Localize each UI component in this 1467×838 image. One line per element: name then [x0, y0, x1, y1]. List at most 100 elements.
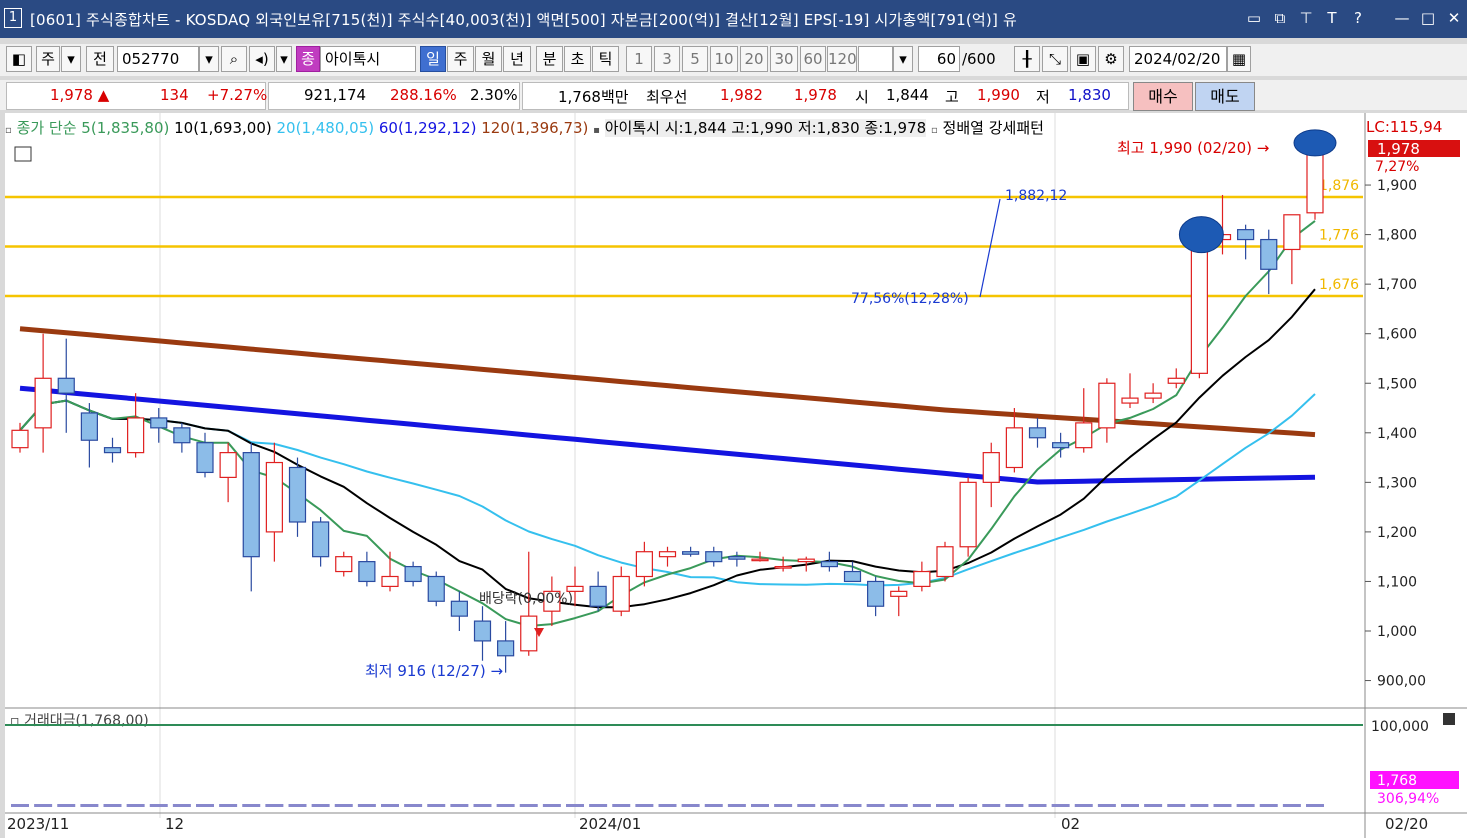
stock-name[interactable]: 아이톡시 [320, 46, 416, 72]
buy-button[interactable]: 매수 [1133, 82, 1193, 111]
interval-30[interactable]: 30 [770, 46, 798, 72]
fib-level-label: 1,876 [1319, 178, 1359, 194]
view-count-input[interactable]: 60 [918, 46, 960, 72]
prefix-button[interactable]: 전 [86, 46, 114, 72]
interval-1[interactable]: 1 [626, 46, 652, 72]
pin-icon[interactable]: ⊤ [1296, 8, 1316, 28]
volume-bar [1167, 804, 1186, 807]
legend-ma5: 종가 단순 5(1,835,80) [16, 119, 170, 137]
gear-icon[interactable]: ⚙ [1098, 46, 1124, 72]
search-icon[interactable]: ⌕ [221, 46, 247, 72]
current-price: 1,978 ▲ [50, 86, 110, 104]
candle-body [913, 570, 931, 588]
compare-icon[interactable]: ⤡ [1042, 46, 1068, 72]
custom-interval-input[interactable] [858, 46, 893, 72]
date-input[interactable]: 2024/02/20 [1129, 46, 1227, 72]
interval-dropdown-icon[interactable]: ▾ [893, 46, 913, 72]
close-icon[interactable]: ✕ [1444, 8, 1464, 28]
candle-body [705, 551, 723, 563]
text-icon[interactable]: T [1322, 8, 1342, 28]
candle-body [1028, 427, 1047, 439]
open-price: 1,844 [886, 86, 929, 104]
volume-bar [1144, 804, 1163, 807]
code-dropdown-icon[interactable]: ▾ [199, 46, 219, 72]
calendar-icon[interactable]: ▦ [1227, 46, 1251, 72]
close-panel-icon [1443, 713, 1455, 725]
dividend-label: 배당락(0,00%) [479, 591, 573, 607]
code-input[interactable]: 052770 [117, 46, 199, 72]
fib-value-label: 1,882,12 [1005, 188, 1067, 204]
volume-bar [334, 804, 353, 807]
tile-icon[interactable]: ⧉ [1270, 8, 1290, 28]
chart-area[interactable]: 1,876 1,776 1,676 최고 1,990 (02/20) → 최저 916 … [5, 113, 1467, 838]
tab-month[interactable]: 월 [475, 46, 502, 72]
candle-body [1005, 427, 1023, 469]
sell-button[interactable]: 매도 [1195, 82, 1255, 111]
tab-second[interactable]: 초 [564, 46, 591, 72]
price-chart[interactable]: 1,876 1,776 1,676 최고 1,990 (02/20) → 최저 916 … [5, 113, 1467, 838]
restore-icon[interactable]: ▭ [1244, 8, 1264, 28]
fib-level-label: 1,776 [1319, 227, 1359, 243]
x-tick-label: 2024/01 [579, 815, 641, 833]
volume-ratio: 288.16% [390, 86, 457, 104]
chevron-down-icon[interactable]: ▾ [61, 46, 81, 72]
tab-week[interactable]: 주 [447, 46, 474, 72]
save-icon[interactable]: ▣ [1070, 46, 1096, 72]
interval-60[interactable]: 60 [800, 46, 826, 72]
candle-body [1283, 214, 1301, 251]
candle-body [150, 417, 168, 429]
volume-bar [589, 804, 608, 807]
candle-body [473, 620, 492, 642]
y-tick-label: 1,700 [1377, 277, 1417, 293]
volume-bar [196, 804, 214, 807]
grid-toggle-icon [14, 146, 32, 162]
amount: 1,768백만 [558, 88, 629, 106]
candle-body [1144, 392, 1162, 399]
tab-day[interactable]: 일 [420, 46, 446, 72]
y-tick-label: 1,800 [1377, 228, 1417, 244]
speaker-icon[interactable]: ◂) [249, 46, 275, 72]
volume-bar [381, 804, 399, 807]
interval-20[interactable]: 20 [740, 46, 768, 72]
speaker-dropdown-icon[interactable]: ▾ [276, 46, 292, 72]
candle-body [635, 551, 653, 578]
low-label: 저 [1036, 88, 1050, 106]
minimize-icon[interactable]: — [1392, 8, 1412, 28]
tab-year[interactable]: 년 [503, 46, 531, 72]
interval-3[interactable]: 3 [654, 46, 680, 72]
x-tick-label: 02/20 [1385, 815, 1428, 833]
candle-body [127, 417, 145, 454]
volume-bar [1282, 804, 1301, 807]
candle-body [404, 565, 422, 583]
volume-bar [57, 804, 76, 807]
volume-bar [404, 804, 423, 807]
volume-last-label: 1,768 [1377, 773, 1417, 789]
volume-bar [1259, 804, 1278, 807]
interval-5[interactable]: 5 [682, 46, 708, 72]
help-icon[interactable]: ? [1348, 8, 1368, 28]
interval-120[interactable]: 120 [827, 46, 857, 72]
volume-bar [11, 804, 29, 807]
open-label: 시 [855, 88, 869, 106]
volume-bar [889, 804, 908, 807]
tab-tick[interactable]: 틱 [592, 46, 619, 72]
layout-icon[interactable]: ◧ [6, 46, 32, 72]
candle-body [589, 585, 607, 607]
volume-bar [1028, 804, 1047, 807]
volume-bar [473, 804, 492, 807]
y-tick-label: 1,400 [1377, 426, 1417, 442]
candle-body [867, 580, 885, 607]
volume-bar [242, 804, 261, 807]
candle-body [1075, 422, 1093, 449]
ma60-line [19, 385, 1316, 485]
candle-body [1237, 229, 1255, 241]
y-tick-label: 1,600 [1377, 327, 1417, 343]
maximize-icon[interactable]: □ [1418, 8, 1438, 28]
candle-type-icon[interactable]: ╂ [1014, 46, 1040, 72]
interval-10[interactable]: 10 [710, 46, 738, 72]
y-tick-label: 1,500 [1377, 376, 1417, 392]
badge-label: 종 [296, 46, 320, 72]
volume-bar [149, 804, 168, 807]
market-select[interactable]: 주 [36, 46, 60, 72]
tab-minute[interactable]: 분 [536, 46, 563, 72]
